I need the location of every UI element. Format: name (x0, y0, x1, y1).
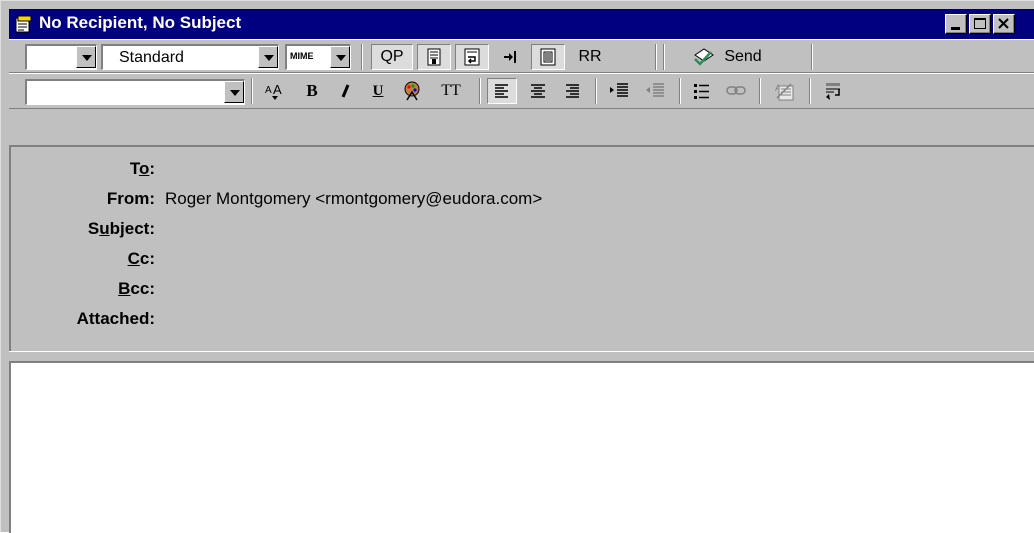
font-size-button[interactable]: A A (259, 78, 291, 104)
outdent-button[interactable] (639, 78, 671, 104)
quoted-printable-button[interactable]: QP (371, 44, 413, 70)
separator (655, 44, 657, 70)
minimize-icon (951, 27, 960, 30)
svg-text:A: A (265, 85, 272, 96)
link-button[interactable] (721, 78, 751, 104)
subject-row[interactable]: Subject: (11, 219, 1031, 243)
font-combo[interactable] (25, 79, 245, 105)
link-icon (726, 86, 746, 95)
outdent-icon (646, 83, 664, 97)
insert-button[interactable] (817, 78, 851, 104)
to-label: To: (129, 159, 155, 178)
qp-label: QP (380, 48, 404, 65)
italic-icon (341, 84, 350, 98)
chevron-down-icon[interactable] (330, 46, 350, 68)
message-toolbar: Standard MIME QP RR Send (9, 39, 1034, 73)
stationery-combo[interactable]: Standard (101, 44, 279, 70)
close-icon (998, 18, 1009, 29)
teletype-icon: TT (441, 82, 461, 99)
signature-icon (427, 48, 441, 66)
close-button[interactable] (993, 14, 1015, 34)
to-row[interactable]: To: (11, 159, 1031, 183)
separator (361, 44, 363, 70)
attached-label: Attached: (76, 309, 155, 328)
separator (251, 78, 253, 104)
clear-formatting-button[interactable]: A (767, 78, 801, 104)
indent-icon (610, 83, 628, 97)
stationery-value: Standard (119, 49, 184, 66)
message-window: No Recipient, No Subject Standard MIME Q… (0, 0, 1034, 533)
text-color-icon (404, 81, 420, 101)
italic-button[interactable] (333, 78, 359, 104)
align-right-icon (566, 84, 579, 98)
cc-row[interactable]: Cc: (11, 249, 1031, 273)
send-label: Send (724, 48, 762, 65)
minimize-button[interactable] (945, 14, 967, 34)
separator (809, 78, 811, 104)
font-size-icon: A A (265, 82, 282, 100)
tab-in-body-icon (504, 51, 516, 63)
separator (595, 78, 597, 104)
svg-text:A: A (273, 82, 282, 97)
message-headers: To: From: Roger Montgomery <rmontgomery@… (9, 145, 1034, 351)
encoding-combo[interactable]: MIME (285, 44, 351, 70)
tab-in-body-button[interactable] (493, 44, 527, 70)
message-body[interactable] (9, 361, 1034, 533)
from-field[interactable]: Roger Montgomery <rmontgomery@eudora.com… (165, 189, 542, 209)
bullet-list-icon (694, 84, 709, 99)
underline-button[interactable]: U (365, 78, 391, 104)
separator (759, 78, 761, 104)
teletype-button[interactable]: TT (433, 78, 469, 104)
from-row[interactable]: From: Roger Montgomery <rmontgomery@eudo… (11, 189, 1031, 213)
text-as-attachment-button[interactable] (417, 44, 451, 70)
separator (679, 78, 681, 104)
align-center-button[interactable] (523, 78, 553, 104)
pane-splitter[interactable] (9, 351, 1034, 361)
bold-icon: B (306, 81, 318, 100)
word-wrap-button[interactable] (455, 44, 489, 70)
bullet-list-button[interactable] (687, 78, 717, 104)
mime-label: MIME (290, 51, 314, 61)
align-right-button[interactable] (557, 78, 587, 104)
chevron-down-icon[interactable] (258, 46, 278, 68)
compose-message-icon (15, 15, 32, 33)
bcc-label: Bcc: (118, 279, 155, 298)
separator (811, 44, 813, 70)
subject-label: Subject: (87, 219, 155, 238)
rr-label: RR (578, 48, 602, 65)
return-receipt-button[interactable]: RR (569, 44, 611, 70)
bcc-row[interactable]: Bcc: (11, 279, 1031, 303)
cc-label: Cc: (127, 249, 155, 268)
attached-row[interactable]: Attached: (11, 309, 1031, 333)
keep-copy-button[interactable] (531, 44, 565, 70)
align-center-icon (531, 84, 545, 98)
underline-icon: U (372, 82, 384, 99)
send-button[interactable]: Send (677, 44, 777, 70)
text-color-button[interactable] (397, 78, 427, 104)
priority-combo[interactable] (25, 44, 97, 70)
bold-button[interactable]: B (299, 78, 325, 104)
maximize-icon (974, 18, 986, 29)
separator (479, 78, 481, 104)
align-left-button[interactable] (487, 78, 517, 104)
send-icon (694, 48, 715, 66)
clear-formatting-icon: A (775, 83, 794, 101)
keep-copy-icon (540, 48, 556, 66)
from-label: From: (106, 189, 155, 208)
format-toolbar: A A B U TT A (9, 73, 1034, 109)
align-left-icon (495, 84, 508, 98)
insert-icon (826, 83, 840, 100)
separator (663, 44, 665, 70)
maximize-button[interactable] (969, 14, 991, 34)
chevron-down-icon[interactable] (76, 46, 96, 68)
word-wrap-icon (464, 48, 480, 66)
indent-button[interactable] (603, 78, 635, 104)
window-title: No Recipient, No Subject (39, 13, 242, 32)
title-bar[interactable]: No Recipient, No Subject (9, 9, 1034, 39)
chevron-down-icon[interactable] (224, 81, 244, 103)
